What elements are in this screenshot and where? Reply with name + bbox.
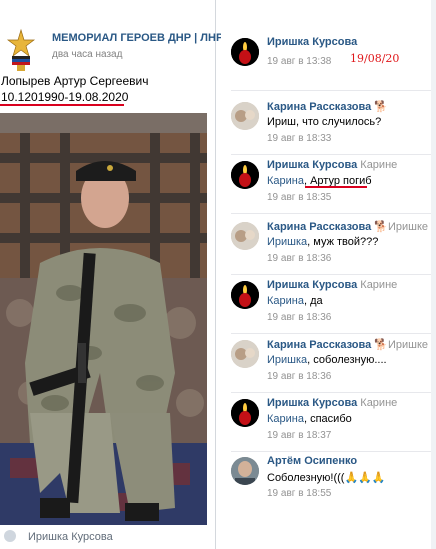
scroll-edge <box>431 0 436 549</box>
annotation-underline <box>305 186 367 188</box>
comment-author-name[interactable]: Иришка Курсова <box>267 159 357 171</box>
reply-to[interactable]: Иришке <box>388 221 428 233</box>
divider <box>231 451 431 452</box>
comment-item: Карина Рассказова 🐕 Ириш, что случилось?… <box>221 98 431 155</box>
comment-text: Иришка, муж твой??? <box>267 236 378 248</box>
candle-icon[interactable] <box>231 399 259 427</box>
avatar[interactable] <box>231 457 259 485</box>
post-photo[interactable] <box>0 113 207 525</box>
comment-item: Карина Рассказова 🐕Иришке Иришка, соболе… <box>221 336 431 394</box>
mention-link[interactable]: Карина <box>267 295 304 307</box>
reply-to[interactable]: Карине <box>360 397 397 409</box>
post-footer-author-name[interactable]: Иришка Курсова <box>28 531 113 543</box>
mention-link[interactable]: Карина <box>267 175 304 187</box>
comment-date[interactable]: 19 авг в 18:35 <box>267 192 331 203</box>
comment-text: Иришка, соболезную.... <box>267 354 387 366</box>
dog-icon: 🐕 <box>374 339 388 351</box>
comment-author-name[interactable]: Карина Рассказова <box>267 101 371 113</box>
mention-link[interactable]: Иришка <box>267 236 307 248</box>
comment-author[interactable]: Карина Рассказова 🐕 <box>267 100 388 113</box>
comment-author[interactable]: Иришка Курсова <box>267 36 357 48</box>
comment-author[interactable]: Иришка Курсова Карине <box>267 159 397 171</box>
comment-item: Иришка Курсова Карине Карина, спасибо 19… <box>221 395 431 453</box>
dog-icon: 🐕 <box>374 101 388 113</box>
comment-author[interactable]: Иришка Курсова Карине <box>267 397 397 409</box>
mini-avatar <box>4 530 16 542</box>
comment-author[interactable]: Иришка Курсова Карине <box>267 279 397 291</box>
group-name-link[interactable]: МЕМОРИАЛ ГЕРОЕВ ДНР | ЛНР <box>52 32 223 44</box>
comment-author[interactable]: Карина Рассказова 🐕Иришке <box>267 338 428 351</box>
comment-author-name[interactable]: Карина Рассказова <box>267 339 371 351</box>
comment-date[interactable]: 19 авг в 18:36 <box>267 371 331 382</box>
comment-item: Иришка Курсова 19 авг в 13:38 <box>221 34 431 92</box>
comment-author-name[interactable]: Иришка Курсова <box>267 397 357 409</box>
comment-text: Ириш, что случилось? <box>267 116 382 128</box>
comment-author[interactable]: Артём Осипенко <box>267 455 357 467</box>
divider <box>231 213 431 214</box>
divider <box>231 333 431 334</box>
praying-hands-icon: 🙏🙏🙏 <box>344 472 386 484</box>
reply-to[interactable]: Карине <box>360 159 397 171</box>
reply-to[interactable]: Карине <box>360 279 397 291</box>
comment-text-body: , да <box>303 295 323 307</box>
divider <box>231 392 431 393</box>
candle-icon[interactable] <box>231 38 259 66</box>
handwritten-annotation: 19/08/20 <box>350 52 400 65</box>
avatar[interactable] <box>231 340 259 368</box>
group-avatar-icon[interactable] <box>4 28 38 74</box>
mention-link[interactable]: Иришка <box>267 354 307 366</box>
comment-author-name[interactable]: Иришка Курсова <box>267 279 357 291</box>
comment-text-body: Соболезную!((( <box>267 472 345 484</box>
post-text-dates: 10.1201990-19.08.2020 <box>1 90 129 104</box>
comment-date[interactable]: 19 авг в 18:33 <box>267 133 331 144</box>
comments-panel: Иришка Курсова 19 авг в 13:38 19/08/20 К… <box>221 0 431 549</box>
comment-item: Иришка Курсова Карине Карина, да 19 авг … <box>221 277 431 335</box>
reply-to[interactable]: Иришке <box>388 339 428 351</box>
post-panel: МЕМОРИАЛ ГЕРОЕВ ДНР | ЛНР два часа назад… <box>0 0 223 549</box>
post-footer-author[interactable]: Иришка Курсова <box>4 530 113 543</box>
comment-text: Карина, да <box>267 295 323 307</box>
comment-date[interactable]: 19 авг в 18:55 <box>267 488 331 499</box>
candle-icon[interactable] <box>231 281 259 309</box>
post-header: МЕМОРИАЛ ГЕРОЕВ ДНР | ЛНР два часа назад <box>0 22 223 74</box>
comment-author-name[interactable]: Карина Рассказова <box>267 221 371 233</box>
comment-author[interactable]: Карина Рассказова 🐕Иришке <box>267 220 428 233</box>
comment-text-body: , муж твой??? <box>307 236 379 248</box>
comment-date[interactable]: 19 авг в 18:36 <box>267 253 331 264</box>
divider <box>231 274 431 275</box>
comment-date[interactable]: 19 авг в 18:36 <box>267 312 331 323</box>
post-text-name: Лопырев Артур Сергеевич <box>1 74 149 88</box>
divider <box>231 90 431 91</box>
candle-icon[interactable] <box>231 161 259 189</box>
divider <box>231 154 431 155</box>
avatar[interactable] <box>231 102 259 130</box>
avatar[interactable] <box>231 222 259 250</box>
comment-date[interactable]: 19 авг в 18:37 <box>267 430 331 441</box>
comment-item: Карина Рассказова 🐕Иришке Иришка, муж тв… <box>221 218 431 276</box>
dog-icon: 🐕 <box>374 221 388 233</box>
mention-link[interactable]: Карина <box>267 413 304 425</box>
comment-item: Артём Осипенко Соболезную!(((🙏🙏🙏 19 авг … <box>221 453 431 511</box>
comment-text-body: , спасибо <box>303 413 352 425</box>
comment-text: Карина, спасибо <box>267 413 352 425</box>
comment-text-body: , соболезную.... <box>307 354 387 366</box>
post-time[interactable]: два часа назад <box>52 49 122 60</box>
comment-text: Соболезную!(((🙏🙏🙏 <box>267 471 386 484</box>
comment-date[interactable]: 19 авг в 13:38 <box>267 56 331 67</box>
annotation-underline <box>0 104 124 106</box>
